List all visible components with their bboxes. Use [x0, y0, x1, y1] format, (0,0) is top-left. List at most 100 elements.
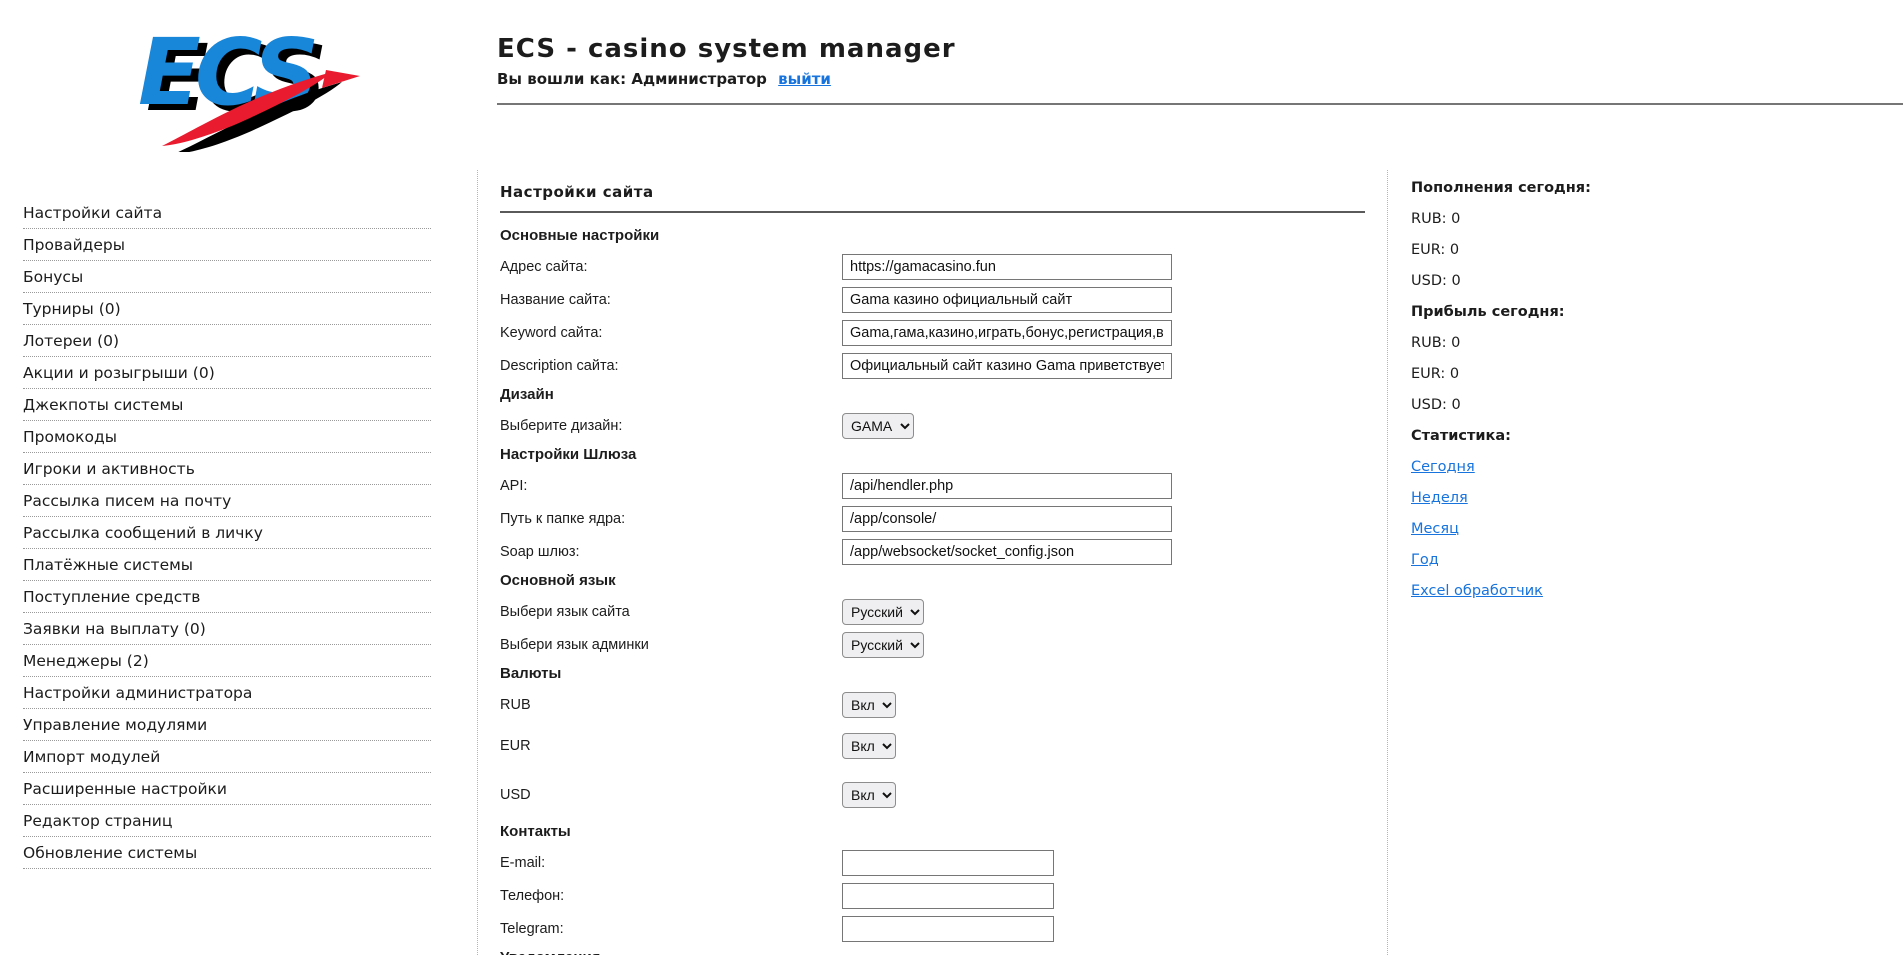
form-row: Выберите дизайн:GAMA — [500, 413, 1365, 439]
stats-link-row: Неделя — [1411, 490, 1711, 508]
form-row: Адрес сайта: — [500, 254, 1365, 280]
field-label: Telegram: — [500, 921, 842, 937]
sidebar-item[interactable]: Бонусы — [23, 261, 431, 293]
sidebar-item[interactable]: Редактор страниц — [23, 805, 431, 837]
site-settings-form: Основные настройки Адрес сайта: Название с… — [500, 227, 1365, 955]
stats-link[interactable]: Excel обработчик — [1411, 583, 1543, 599]
stats-link[interactable]: Неделя — [1411, 490, 1468, 506]
field-label: E-mail: — [500, 855, 842, 871]
form-row: API: — [500, 473, 1365, 499]
login-status: Вы вошли как: Администратор выйти — [497, 70, 956, 88]
section-header: Дизайн — [500, 386, 1365, 403]
stats-group-title: Пополнения сегодня: — [1411, 180, 1711, 198]
sidebar-item[interactable]: Рассылка писем на почту — [23, 485, 431, 517]
form-row: Выбери язык админкиРусский — [500, 632, 1365, 658]
page-title: ECS - casino system manager — [497, 34, 956, 64]
section-header: Валюты — [500, 665, 1365, 682]
field-label: Description сайта: — [500, 358, 842, 374]
field-label: Телефон: — [500, 888, 842, 904]
design-select[interactable]: GAMA — [842, 413, 914, 439]
stats-group-title: Прибыль сегодня: — [1411, 304, 1711, 322]
admin-lang-select[interactable]: Русский — [842, 632, 924, 658]
sidebar-item[interactable]: Платёжные системы — [23, 549, 431, 581]
api-input[interactable] — [842, 473, 1172, 499]
login-prefix: Вы вошли как: Администратор — [497, 70, 767, 88]
form-row: Keyword сайта: — [500, 320, 1365, 346]
form-row: RUBВкл — [500, 692, 1365, 718]
field-label: Путь к папке ядра: — [500, 511, 842, 527]
usd-select[interactable]: Вкл — [842, 782, 896, 808]
field-label: API: — [500, 478, 842, 494]
form-row: Выбери язык сайтаРусский — [500, 599, 1365, 625]
soap-gateway-input[interactable] — [842, 539, 1172, 565]
sidebar-item[interactable]: Поступление средств — [23, 581, 431, 613]
sidebar-item[interactable]: Настройки сайта — [23, 197, 431, 229]
eur-select[interactable]: Вкл — [842, 733, 896, 759]
form-row: Путь к папке ядра: — [500, 506, 1365, 532]
stats-link-row: Excel обработчик — [1411, 583, 1711, 601]
form-row: E-mail: — [500, 850, 1365, 876]
site-url-input[interactable] — [842, 254, 1172, 280]
sidebar-item[interactable]: Обновление системы — [23, 837, 431, 869]
form-row: Telegram: — [500, 916, 1365, 942]
email-input[interactable] — [842, 850, 1054, 876]
header-divider — [497, 103, 1903, 105]
sidebar-item[interactable]: Расширенные настройки — [23, 773, 431, 805]
sidebar-item[interactable]: Лотереи (0) — [23, 325, 431, 357]
field-label: Soap шлюз: — [500, 544, 842, 560]
stats-link-row: Год — [1411, 552, 1711, 570]
panel-title: Настройки сайта — [500, 183, 1365, 201]
field-label: Название сайта: — [500, 292, 842, 308]
sidebar-item[interactable]: Заявки на выплату (0) — [23, 613, 431, 645]
ecs-logo: ECS ECS — [130, 14, 360, 152]
core-path-input[interactable] — [842, 506, 1172, 532]
section-header: Основной язык — [500, 572, 1365, 589]
sidebar-item[interactable]: Рассылка сообщений в личку — [23, 517, 431, 549]
form-row: Description сайта: — [500, 353, 1365, 379]
form-row: Soap шлюз: — [500, 539, 1365, 565]
site-name-input[interactable] — [842, 287, 1172, 313]
field-label: Адрес сайта: — [500, 259, 842, 275]
phone-input[interactable] — [842, 883, 1054, 909]
section-header: Основные настройки — [500, 227, 1365, 244]
stats-link[interactable]: Месяц — [1411, 521, 1459, 537]
stats-value: RUB: 0 — [1411, 211, 1711, 229]
logo-swoosh-tip — [322, 70, 360, 88]
sidebar-item[interactable]: Управление модулями — [23, 709, 431, 741]
stats-link[interactable]: Год — [1411, 552, 1439, 568]
section-header: Уведомления — [500, 949, 1365, 955]
telegram-input[interactable] — [842, 916, 1054, 942]
field-label: USD — [500, 787, 842, 803]
stats-value: USD: 0 — [1411, 273, 1711, 291]
site-description-input[interactable] — [842, 353, 1172, 379]
sidebar-item[interactable]: Настройки администратора — [23, 677, 431, 709]
field-label: Keyword сайта: — [500, 325, 842, 341]
stats-value: EUR: 0 — [1411, 366, 1711, 384]
logout-link[interactable]: выйти — [778, 70, 831, 88]
rub-select[interactable]: Вкл — [842, 692, 896, 718]
stats-column: Пополнения сегодня: RUB: 0 EUR: 0 USD: 0 При… — [1411, 180, 1711, 614]
form-row: Название сайта: — [500, 287, 1365, 313]
stats-link[interactable]: Сегодня — [1411, 459, 1475, 475]
form-row: USDВкл — [500, 782, 1365, 808]
stats-links-title: Статистика: — [1411, 428, 1711, 446]
sidebar-item[interactable]: Импорт модулей — [23, 741, 431, 773]
field-label: Выбери язык сайта — [500, 604, 842, 620]
field-label: Выбери язык админки — [500, 637, 842, 653]
sidebar-item[interactable]: Провайдеры — [23, 229, 431, 261]
sidebar-item[interactable]: Игроки и активность — [23, 453, 431, 485]
sidebar-item[interactable]: Менеджеры (2) — [23, 645, 431, 677]
field-label: Выберите дизайн: — [500, 418, 842, 434]
site-lang-select[interactable]: Русский — [842, 599, 924, 625]
sidebar-item[interactable]: Джекпоты системы — [23, 389, 431, 421]
stats-value: RUB: 0 — [1411, 335, 1711, 353]
sidebar-item[interactable]: Акции и розыгрыши (0) — [23, 357, 431, 389]
section-header: Контакты — [500, 823, 1365, 840]
field-label: RUB — [500, 697, 842, 713]
sidebar-item[interactable]: Промокоды — [23, 421, 431, 453]
site-keyword-input[interactable] — [842, 320, 1172, 346]
form-row: EURВкл — [500, 733, 1365, 759]
section-header: Настройки Шлюза — [500, 446, 1365, 463]
sidebar-item[interactable]: Турниры (0) — [23, 293, 431, 325]
form-row: Телефон: — [500, 883, 1365, 909]
